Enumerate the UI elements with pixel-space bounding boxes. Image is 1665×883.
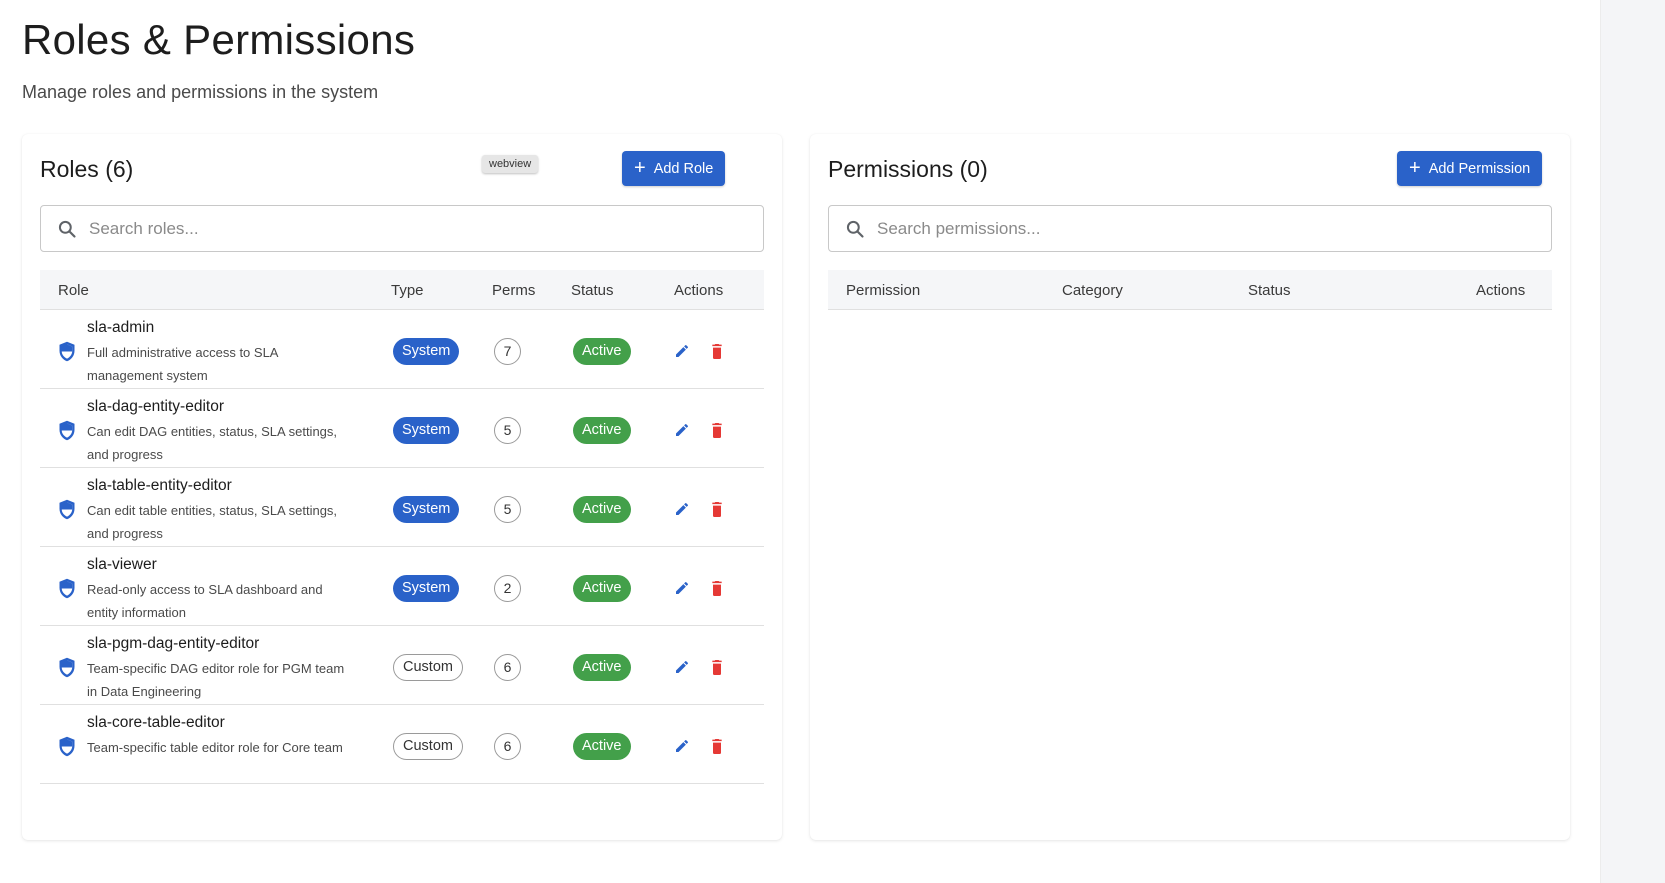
permissions-title: Permissions (0) xyxy=(828,156,988,182)
type-badge: System xyxy=(393,338,460,365)
shield-icon xyxy=(58,578,76,604)
roles-search[interactable] xyxy=(40,205,764,252)
trash-icon[interactable] xyxy=(709,342,725,365)
shield-icon xyxy=(58,341,76,367)
permissions-card: Permissions (0) + Add Permission Permiss… xyxy=(810,134,1570,840)
search-icon xyxy=(846,220,864,238)
perm-count-badge: 5 xyxy=(494,496,521,523)
col-perms: Perms xyxy=(492,282,536,299)
shield-icon xyxy=(58,420,76,446)
col-actions: Actions xyxy=(1476,282,1526,299)
table-row: sla-admin Full administrative access to S… xyxy=(40,310,764,389)
pencil-icon[interactable] xyxy=(674,738,690,759)
col-status: Status xyxy=(571,282,614,299)
role-description: Read-only access to SLA dashboard and en… xyxy=(87,582,323,620)
role-name: sla-core-table-editor xyxy=(87,714,225,731)
trash-icon[interactable] xyxy=(709,579,725,602)
type-badge: Custom xyxy=(393,733,463,760)
perm-count-badge: 5 xyxy=(494,417,521,444)
role-name: sla-table-entity-editor xyxy=(87,477,232,494)
table-row: sla-core-table-editor Team-specific table… xyxy=(40,705,764,784)
trash-icon[interactable] xyxy=(709,421,725,444)
add-role-label: Add Role xyxy=(653,160,714,177)
plus-icon: + xyxy=(634,156,646,179)
role-description: Can edit table entities, status, SLA set… xyxy=(87,503,338,541)
perm-count-badge: 7 xyxy=(494,338,521,365)
role-name: sla-viewer xyxy=(87,556,157,573)
pencil-icon[interactable] xyxy=(674,422,690,443)
perm-count-badge: 2 xyxy=(494,575,521,602)
permissions-search[interactable] xyxy=(828,205,1552,252)
table-row: sla-table-entity-editor Can edit table en… xyxy=(40,468,764,547)
status-badge: Active xyxy=(573,338,631,365)
table-row: sla-pgm-dag-entity-editor Team-specific D… xyxy=(40,626,764,705)
permissions-table-header: Permission Category Status Actions xyxy=(828,270,1552,310)
type-badge: Custom xyxy=(393,654,463,681)
add-permission-button[interactable]: + Add Permission xyxy=(1397,151,1543,186)
role-description: Full administrative access to SLA manage… xyxy=(87,345,278,383)
table-row: sla-viewer Read-only access to SLA dashbo… xyxy=(40,547,764,626)
shield-icon xyxy=(58,499,76,525)
table-row: sla-dag-entity-editor Can edit DAG entiti… xyxy=(40,389,764,468)
roles-search-input[interactable] xyxy=(89,218,729,239)
role-description: Team-specific table editor role for Core… xyxy=(87,740,343,755)
status-badge: Active xyxy=(573,654,631,681)
trash-icon[interactable] xyxy=(709,500,725,523)
status-badge: Active xyxy=(573,733,631,760)
col-actions: Actions xyxy=(674,282,724,299)
col-status: Status xyxy=(1248,282,1291,299)
roles-title: Roles (6) xyxy=(40,156,134,182)
permissions-search-input[interactable] xyxy=(877,218,1517,239)
trash-icon[interactable] xyxy=(709,658,725,681)
status-badge: Active xyxy=(573,496,631,523)
perm-count-badge: 6 xyxy=(494,733,521,760)
col-type: Type xyxy=(391,282,424,299)
role-name: sla-pgm-dag-entity-editor xyxy=(87,635,260,652)
role-description: Team-specific DAG editor role for PGM te… xyxy=(87,661,345,699)
plus-icon: + xyxy=(1409,156,1421,179)
role-description: Can edit DAG entities, status, SLA setti… xyxy=(87,424,338,462)
type-badge: System xyxy=(393,575,460,602)
type-badge: System xyxy=(393,417,460,444)
add-permission-label: Add Permission xyxy=(1428,160,1531,177)
search-icon xyxy=(58,220,76,238)
role-name: sla-dag-entity-editor xyxy=(87,398,224,415)
right-side-strip xyxy=(1600,0,1665,883)
trash-icon[interactable] xyxy=(709,737,725,760)
roles-card: Roles (6) webview + Add Role Role Type P… xyxy=(22,134,782,840)
col-permission: Permission xyxy=(846,282,921,299)
webview-tag: webview xyxy=(482,155,539,173)
type-badge: System xyxy=(393,496,460,523)
pencil-icon[interactable] xyxy=(674,580,690,601)
page-title: Roles & Permissions xyxy=(22,16,416,63)
shield-icon xyxy=(58,736,76,762)
add-role-button[interactable]: + Add Role xyxy=(622,151,726,186)
pencil-icon[interactable] xyxy=(674,501,690,522)
page-subtitle: Manage roles and permissions in the syst… xyxy=(22,82,379,102)
pencil-icon[interactable] xyxy=(674,343,690,364)
shield-icon xyxy=(58,657,76,683)
col-role: Role xyxy=(58,282,89,299)
status-badge: Active xyxy=(573,575,631,602)
perm-count-badge: 6 xyxy=(494,654,521,681)
status-badge: Active xyxy=(573,417,631,444)
pencil-icon[interactable] xyxy=(674,659,690,680)
col-category: Category xyxy=(1062,282,1123,299)
role-name: sla-admin xyxy=(87,319,155,336)
roles-table-header: Role Type Perms Status Actions xyxy=(40,270,764,310)
